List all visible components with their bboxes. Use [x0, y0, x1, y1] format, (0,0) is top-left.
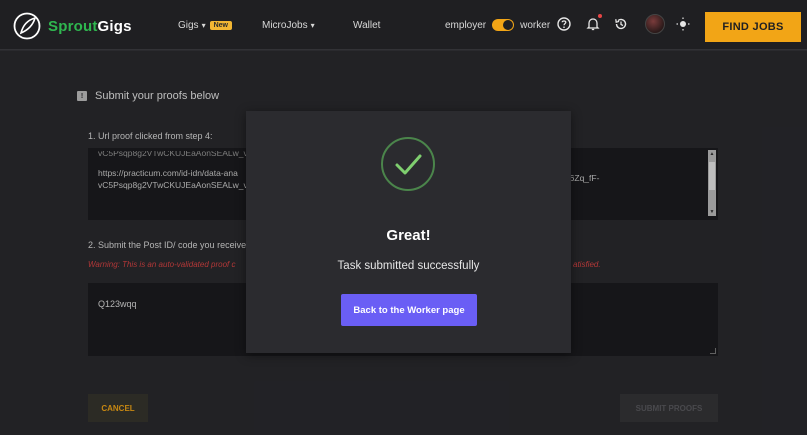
notification-dot — [598, 14, 602, 18]
bell-icon[interactable] — [585, 14, 602, 32]
nav-microjobs-label: MicroJobs — [262, 19, 308, 31]
nav-wallet-label: Wallet — [353, 19, 381, 31]
modal-message: Task submitted successfully — [337, 260, 480, 272]
sprout-logo-icon — [13, 12, 41, 40]
toggle-employer-label: employer — [445, 19, 487, 31]
toggle-worker-label: worker — [520, 19, 551, 31]
success-check-icon — [381, 137, 435, 191]
nav-wallet[interactable]: Wallet — [353, 0, 380, 50]
nav-microjobs[interactable]: MicroJobs ▾ — [262, 0, 315, 50]
logo-text: SproutGigs — [48, 17, 132, 35]
new-badge: New — [209, 20, 232, 30]
find-jobs-button[interactable]: FIND JOBS — [705, 12, 801, 42]
history-icon[interactable] — [613, 16, 629, 32]
nav-gigs-label: Gigs — [178, 19, 199, 31]
modal-title: Great! — [386, 227, 431, 244]
sproutgigs-logo[interactable]: SproutGigs — [12, 11, 132, 41]
back-to-worker-button[interactable]: Back to the Worker page — [341, 294, 477, 326]
help-icon[interactable] — [556, 16, 572, 32]
theme-icon[interactable] — [675, 16, 691, 32]
chevron-down-icon: ▾ — [310, 20, 315, 30]
nav-gigs[interactable]: Gigs ▾ New — [178, 0, 232, 50]
role-toggle[interactable]: employer worker — [445, 0, 550, 50]
avatar[interactable] — [645, 14, 665, 34]
success-modal: Great! Task submitted successfully Back … — [246, 111, 571, 353]
top-header: SproutGigs Gigs ▾ New MicroJobs ▾ Wallet… — [0, 0, 807, 50]
chevron-down-icon: ▾ — [201, 20, 206, 30]
toggle-switch[interactable] — [492, 19, 515, 31]
